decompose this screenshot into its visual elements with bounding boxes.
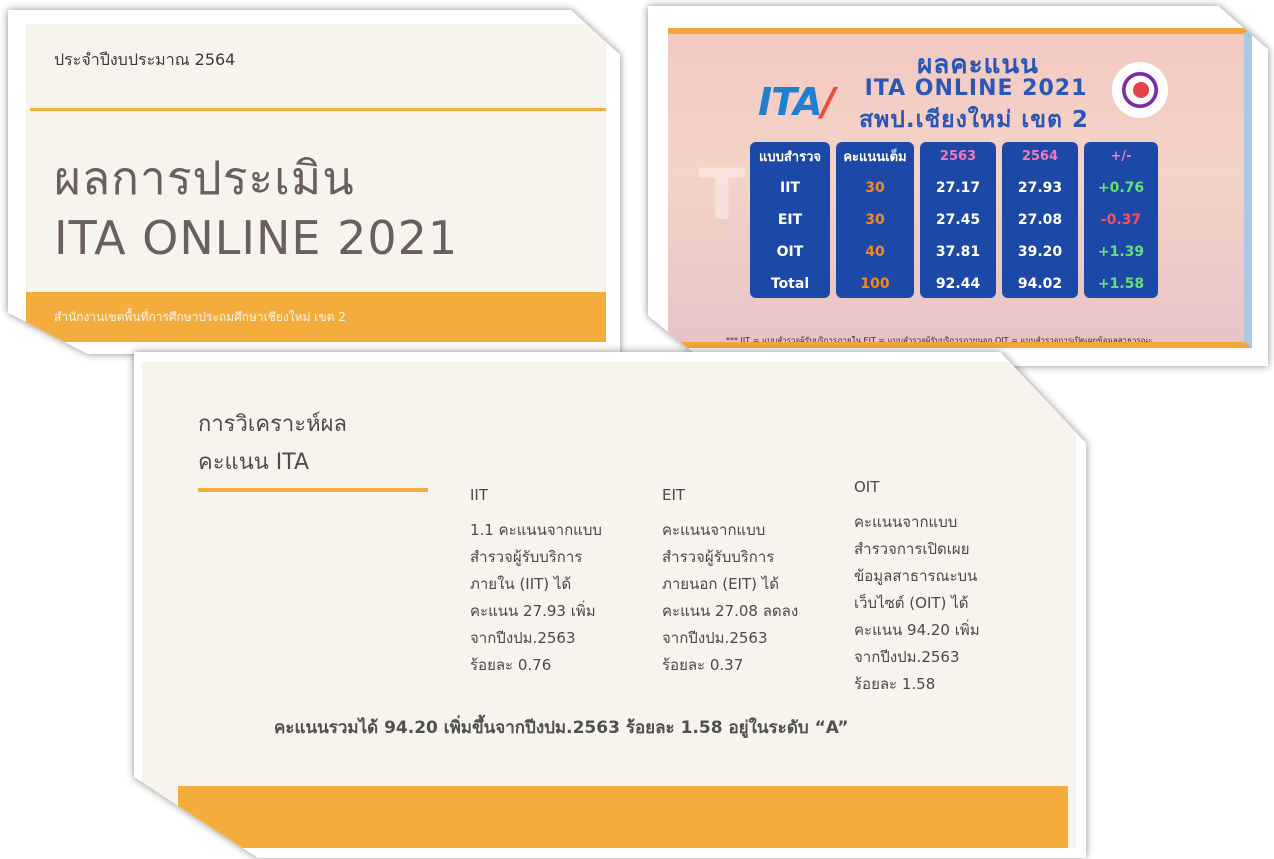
oit-line: ร้อยละ 1.58 — [854, 675, 936, 693]
column-survey: แบบสำรวจ IIT EIT OIT Total — [750, 142, 830, 302]
column-difference: +/- +0.76 -0.37 +1.39 +1.58 — [1084, 142, 1158, 302]
oit-line: ข้อมูลสาธารณะบน — [854, 567, 978, 585]
poster-heading-line2: ITA ONLINE 2021 — [864, 76, 1088, 101]
header-2564: 2564 — [1021, 148, 1059, 164]
iit-line: จากปีงปม.2563 — [470, 629, 576, 647]
slide-cover: ประจำปีงบประมาณ 2564 ผลการประเมิน ITA ON… — [8, 10, 620, 354]
cell-survey-total: Total — [770, 276, 810, 292]
analysis-title-underline — [198, 488, 428, 492]
score-poster: TO ITA/ ผลคะแนน ITA ONLINE 2021 สพป.เชีย… — [668, 28, 1252, 348]
cover-footer-text: สำนักงานเขตพื้นที่การศึกษาประถมศึกษาเชีย… — [54, 310, 346, 324]
slide-analysis-frame: การวิเคราะห์ผล คะแนน ITA IIT 1.1 คะแนนจา… — [134, 352, 1086, 858]
analysis-column-oit: OIT คะแนนจากแบบ สำรวจการเปิดเผย ข้อมูลสา… — [854, 474, 1029, 698]
analysis-title: การวิเคราะห์ผล คะแนน ITA — [198, 406, 347, 482]
eit-line: คะแนน 27.08 ลดลง — [662, 602, 799, 620]
header-difference: +/- — [1110, 148, 1132, 164]
column-full-score: คะแนนเต็ม 30 30 40 100 — [836, 142, 914, 302]
ita-logo-icon: ITA/ — [758, 80, 835, 124]
eit-line: คะแนนจากแบบ — [662, 521, 766, 539]
oit-heading: OIT — [854, 478, 880, 496]
iit-line: ภายใน (IIT) ได้ — [470, 575, 572, 593]
oit-line: เว็บไซต์ (OIT) ได้ — [854, 594, 969, 612]
header-full-score: คะแนนเต็ม — [843, 149, 907, 165]
header-survey: แบบสำรวจ — [758, 149, 822, 165]
cell-2564-total: 94.02 — [1017, 276, 1063, 292]
cell-2563-total: 92.44 — [935, 276, 981, 292]
analysis-title-line1: การวิเคราะห์ผล — [198, 412, 347, 437]
oit-line: คะแนนจากแบบ — [854, 513, 958, 531]
analysis-title-line2: คะแนน ITA — [198, 450, 310, 475]
cell-2563-eit: 27.45 — [935, 212, 981, 228]
slide-analysis: การวิเคราะห์ผล คะแนน ITA IIT 1.1 คะแนนจา… — [134, 352, 1086, 858]
iit-line: 1.1 คะแนนจากแบบ — [470, 521, 602, 539]
eit-line: ภายนอก (EIT) ได้ — [662, 575, 780, 593]
header-2563: 2563 — [939, 148, 977, 164]
accent-divider — [30, 108, 606, 111]
oit-line: จากปีงปม.2563 — [854, 648, 960, 666]
analysis-summary: คะแนนรวมได้ 94.20 เพิ่มขึ้นจากปีงปม.2563… — [274, 718, 849, 738]
cover-title: ผลการประเมิน ITA ONLINE 2021 — [54, 148, 458, 268]
oit-line: สำรวจการเปิดเผย — [854, 540, 970, 558]
cell-survey-eit: EIT — [777, 212, 803, 228]
column-2563: 2563 27.17 27.45 37.81 92.44 — [920, 142, 996, 302]
budget-year-label: ประจำปีงบประมาณ 2564 — [54, 50, 236, 69]
analysis-column-eit: EIT คะแนนจากแบบ สำรวจผู้รับบริการ ภายนอก… — [662, 482, 837, 679]
cell-2563-iit: 27.17 — [935, 180, 981, 196]
cell-full-iit: 30 — [865, 180, 885, 196]
eit-heading: EIT — [662, 486, 686, 504]
cell-2564-eit: 27.08 — [1017, 212, 1063, 228]
cover-title-line1: ผลการประเมิน — [54, 151, 355, 205]
cell-2564-iit: 27.93 — [1017, 180, 1063, 196]
eit-line: จากปีงปม.2563 — [662, 629, 768, 647]
analysis-column-iit: IIT 1.1 คะแนนจากแบบ สำรวจผู้รับบริการ ภา… — [470, 482, 645, 679]
iit-line: ร้อยละ 0.76 — [470, 656, 552, 674]
cell-full-eit: 30 — [865, 212, 885, 228]
cell-2564-oit: 39.20 — [1017, 244, 1063, 260]
iit-heading: IIT — [470, 486, 489, 504]
seal-center — [1133, 82, 1149, 98]
cell-2563-oit: 37.81 — [935, 244, 981, 260]
column-2564: 2564 27.93 27.08 39.20 94.02 — [1002, 142, 1078, 302]
cell-full-total: 100 — [860, 276, 890, 292]
cell-diff-total: +1.58 — [1097, 276, 1145, 292]
eit-line: ร้อยละ 0.37 — [662, 656, 744, 674]
ita-logo-text: ITA — [758, 80, 823, 124]
cell-survey-oit: OIT — [776, 244, 804, 260]
slide-score-frame: TO ITA/ ผลคะแนน ITA ONLINE 2021 สพป.เชีย… — [648, 6, 1268, 366]
cell-diff-oit: +1.39 — [1097, 244, 1145, 260]
office-seal-icon — [1112, 62, 1168, 118]
cell-diff-iit: +0.76 — [1097, 180, 1145, 196]
cell-survey-iit: IIT — [780, 180, 800, 196]
iit-line: คะแนน 27.93 เพิ่ม — [470, 602, 596, 620]
poster-heading-line3: สพป.เชียงใหม่ เขต 2 — [859, 107, 1089, 133]
cell-full-oit: 40 — [865, 244, 885, 260]
slide-score-card: TO ITA/ ผลคะแนน ITA ONLINE 2021 สพป.เชีย… — [648, 6, 1268, 366]
cover-title-line2: ITA ONLINE 2021 — [54, 211, 459, 265]
analysis-footer-bar — [178, 786, 1068, 848]
cell-diff-eit: -0.37 — [1100, 212, 1142, 228]
oit-line: คะแนน 94.20 เพิ่ม — [854, 621, 980, 639]
slide-cover-frame: ประจำปีงบประมาณ 2564 ผลการประเมิน ITA ON… — [8, 10, 620, 354]
iit-line: สำรวจผู้รับบริการ — [470, 548, 583, 566]
table-footnote: *** IIT = แบบสำรวจผู้รับบริการภายใน EIT … — [726, 336, 1153, 345]
eit-line: สำรวจผู้รับบริการ — [662, 548, 775, 566]
